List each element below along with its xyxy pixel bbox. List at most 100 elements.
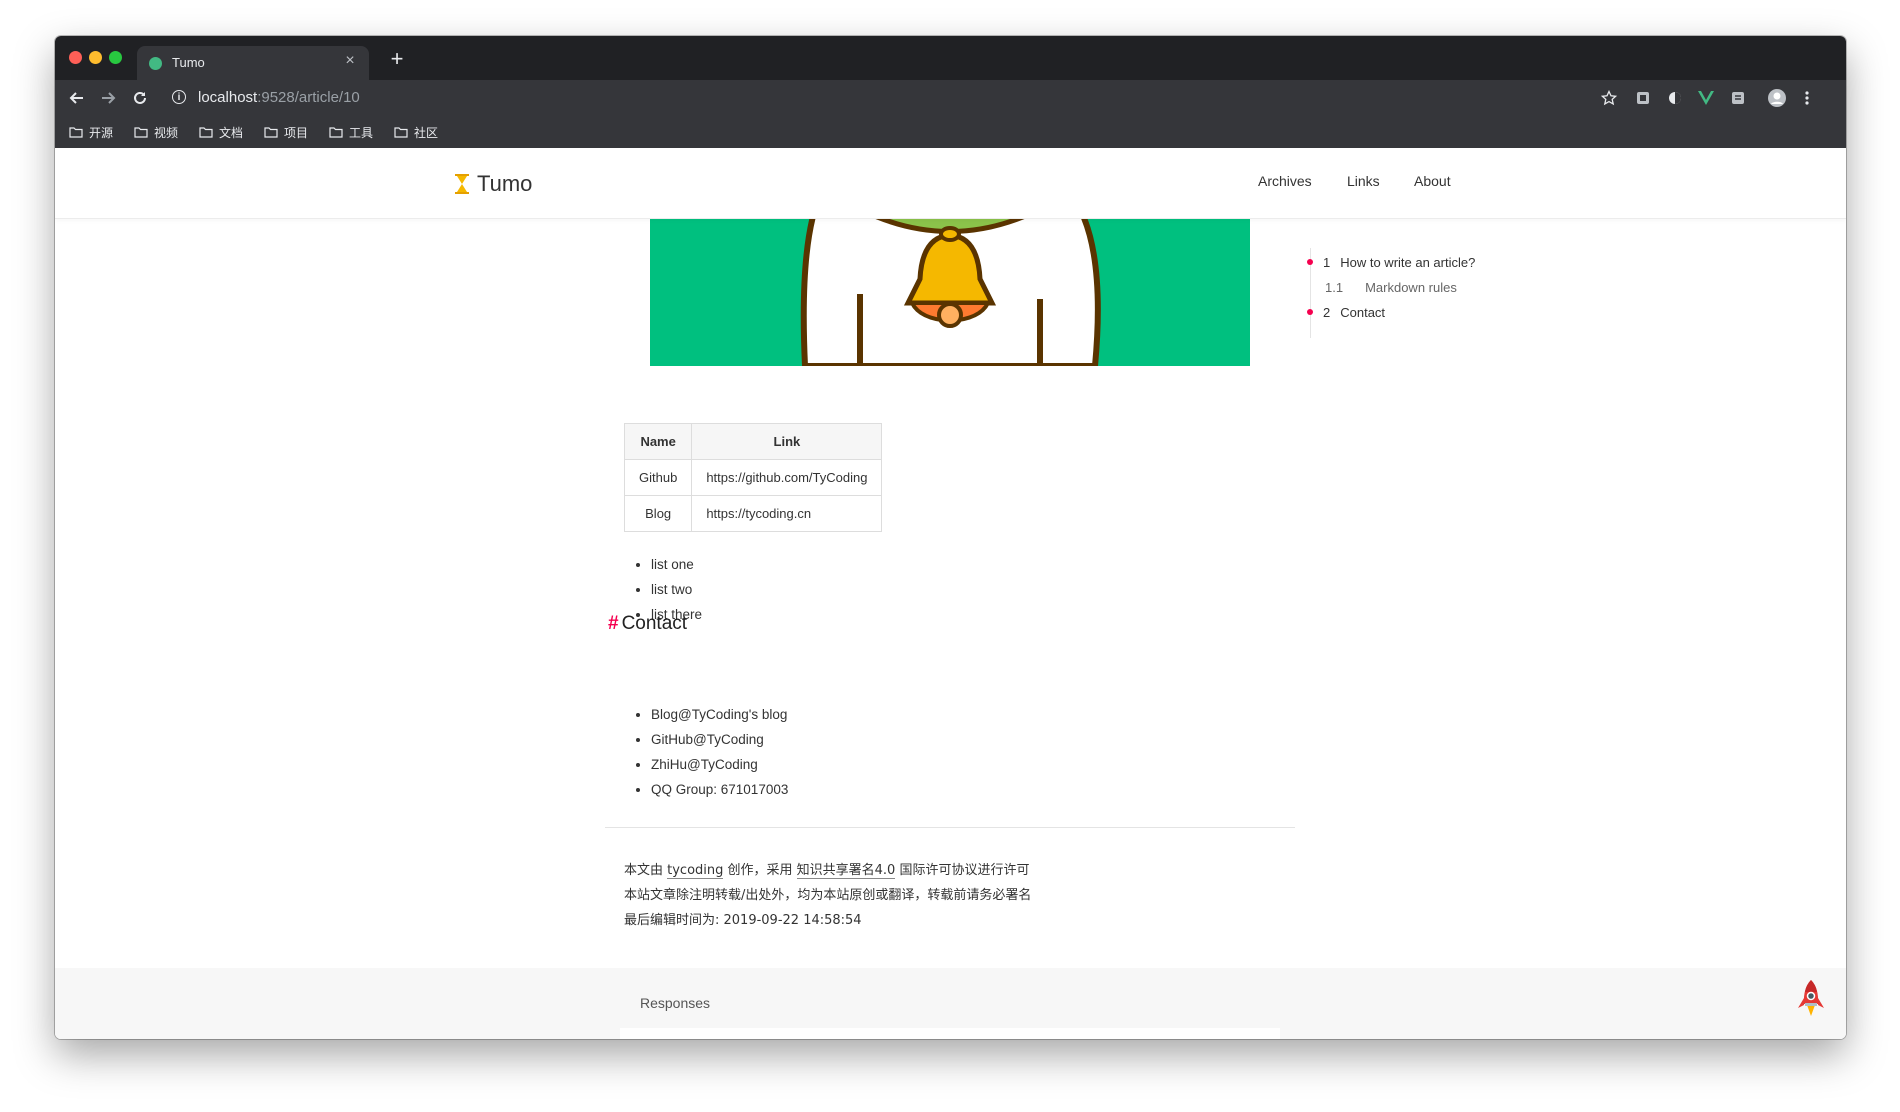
nav-link-archives[interactable]: Archives xyxy=(1258,173,1312,189)
bookmark-label: 视频 xyxy=(154,125,179,140)
contact-heading: # Contact xyxy=(608,613,687,635)
toc-item-label: How to write an article? xyxy=(1340,254,1476,270)
rocket-icon xyxy=(1798,980,1824,1016)
new-tab-button[interactable]: + xyxy=(385,48,409,72)
folder-icon xyxy=(264,127,278,138)
reload-button[interactable] xyxy=(127,85,153,111)
bookmark-folder[interactable]: 开源 xyxy=(69,123,113,141)
folder-icon xyxy=(69,127,83,138)
address-bar[interactable]: localhost:9528/article/10 xyxy=(198,89,360,106)
browser-window: Tumo × + i localhost:9528/article/10 开源 … xyxy=(55,36,1846,1039)
toc-item-label: Contact xyxy=(1340,304,1386,320)
table-link-cell[interactable]: https://tycoding.cn xyxy=(691,495,883,532)
responses-section: Responses xyxy=(55,968,1846,1039)
contact-list: Blog@TyCoding's blog GitHub@TyCoding Zhi… xyxy=(630,702,788,802)
list-item: list two xyxy=(651,577,702,602)
forward-button[interactable] xyxy=(95,85,121,111)
site-logo[interactable]: Tumo xyxy=(455,171,532,197)
list-item[interactable]: GitHub@TyCoding xyxy=(651,727,788,752)
browser-toolbar: i localhost:9528/article/10 xyxy=(55,80,1846,116)
table-cell: Blog xyxy=(623,495,693,532)
reload-icon xyxy=(134,91,146,104)
tab-bar: Tumo × + xyxy=(55,36,1846,80)
toc-bullet-icon xyxy=(1307,309,1313,315)
toc-item-number: 2 xyxy=(1323,304,1331,320)
browser-tab[interactable]: Tumo × xyxy=(137,46,369,80)
comment-box[interactable] xyxy=(620,1028,1280,1039)
bookmark-label: 工具 xyxy=(349,125,374,140)
toc-bullet-icon xyxy=(1307,259,1313,265)
bookmark-folder[interactable]: 文档 xyxy=(199,123,243,141)
table-link-cell[interactable]: https://github.com/TyCoding xyxy=(691,459,883,496)
bookmark-label: 文档 xyxy=(219,125,244,140)
maximize-window-button[interactable] xyxy=(109,51,122,64)
license-text: 国际许可协议进行许可 xyxy=(895,863,1030,878)
arrow-right-icon xyxy=(102,92,116,104)
back-button[interactable] xyxy=(64,85,90,111)
reprint-notice: 本站文章除注明转载/出处外，均为本站原创或翻译，转载前请务必署名 xyxy=(624,888,1032,903)
nav-link-about[interactable]: About xyxy=(1414,173,1451,189)
url-host: localhost xyxy=(198,89,258,106)
list-item: QQ Group: 671017003 xyxy=(651,777,788,802)
bookmark-folder[interactable]: 工具 xyxy=(329,123,373,141)
tab-title: Tumo xyxy=(172,55,205,70)
extension-icon[interactable] xyxy=(1633,88,1653,108)
responses-title: Responses xyxy=(640,995,711,1011)
toc-item-number: 1.1 xyxy=(1325,279,1344,295)
tab-favicon-icon xyxy=(149,57,162,70)
extension-icon[interactable] xyxy=(1728,88,1748,108)
bookmark-folder[interactable]: 视频 xyxy=(134,123,178,141)
links-table: Name Link Github https://github.com/TyCo… xyxy=(623,423,883,532)
toc-item-label: Markdown rules xyxy=(1365,279,1457,295)
license-text: 本文由 xyxy=(624,863,668,878)
table-header-cell: Name xyxy=(623,423,693,460)
menu-kebab-icon[interactable] xyxy=(1797,88,1817,108)
url-path: :9528/article/10 xyxy=(257,89,360,106)
heading-anchor[interactable]: # xyxy=(608,613,619,634)
license-line: 本文由 tycoding 创作，采用 知识共享署名4.0 国际许可协议进行许可 xyxy=(624,859,1030,879)
toc-item[interactable]: 1.1 Markdown rules xyxy=(1325,277,1457,297)
toc-item-number: 1 xyxy=(1323,254,1331,270)
bookmark-star-icon[interactable] xyxy=(1599,88,1619,108)
list-item[interactable]: Blog@TyCoding's blog xyxy=(651,702,788,727)
list-item: list one xyxy=(651,552,702,577)
folder-icon xyxy=(134,127,148,138)
bookmark-label: 开源 xyxy=(89,125,114,140)
minimize-window-button[interactable] xyxy=(89,51,102,64)
toc-item[interactable]: 2 Contact xyxy=(1305,302,1385,322)
article-cover-image xyxy=(650,219,1250,366)
last-edited: 最后编辑时间为: 2019-09-22 14:58:54 xyxy=(624,913,862,928)
logo-text: Tumo xyxy=(477,171,533,196)
hourglass-icon xyxy=(455,174,469,194)
bookmark-folder[interactable]: 社区 xyxy=(394,123,438,141)
site-header: Tumo Archives Links About xyxy=(55,148,1846,219)
bookmark-label: 项目 xyxy=(284,125,309,140)
bookmark-label: 社区 xyxy=(414,125,439,140)
web-page: Tumo Archives Links About 1 How to write… xyxy=(55,148,1846,1039)
toc-item[interactable]: 1 How to write an article? xyxy=(1305,252,1475,272)
extension-icon[interactable] xyxy=(1665,88,1685,108)
tab-close-button[interactable]: × xyxy=(341,52,359,70)
heading-text: Contact xyxy=(621,613,688,634)
nav-link-links[interactable]: Links xyxy=(1347,173,1380,189)
close-window-button[interactable] xyxy=(69,51,82,64)
table-cell: Github xyxy=(623,459,693,496)
vue-devtools-icon[interactable] xyxy=(1696,88,1716,108)
table-row: Github https://github.com/TyCoding xyxy=(623,459,883,496)
bell-illustration xyxy=(650,219,1250,366)
arrow-left-icon xyxy=(69,92,83,104)
license-text: 创作，采用 xyxy=(723,863,797,878)
divider xyxy=(605,827,1295,828)
table-row: Blog https://tycoding.cn xyxy=(623,495,883,532)
list-item[interactable]: ZhiHu@TyCoding xyxy=(651,752,788,777)
table-header-cell: Link xyxy=(691,423,883,460)
folder-icon xyxy=(329,127,343,138)
back-to-top-button[interactable] xyxy=(1795,978,1827,1023)
bookmark-folder[interactable]: 项目 xyxy=(264,123,308,141)
bookmarks-bar: 开源 视频 文档 项目 工具 社区 xyxy=(55,116,1846,148)
license-link[interactable]: 知识共享署名4.0 xyxy=(796,863,896,879)
site-info-icon[interactable]: i xyxy=(172,90,186,104)
author-link[interactable]: tycoding xyxy=(667,863,724,879)
folder-icon xyxy=(199,127,213,138)
profile-avatar-icon[interactable] xyxy=(1766,88,1788,108)
